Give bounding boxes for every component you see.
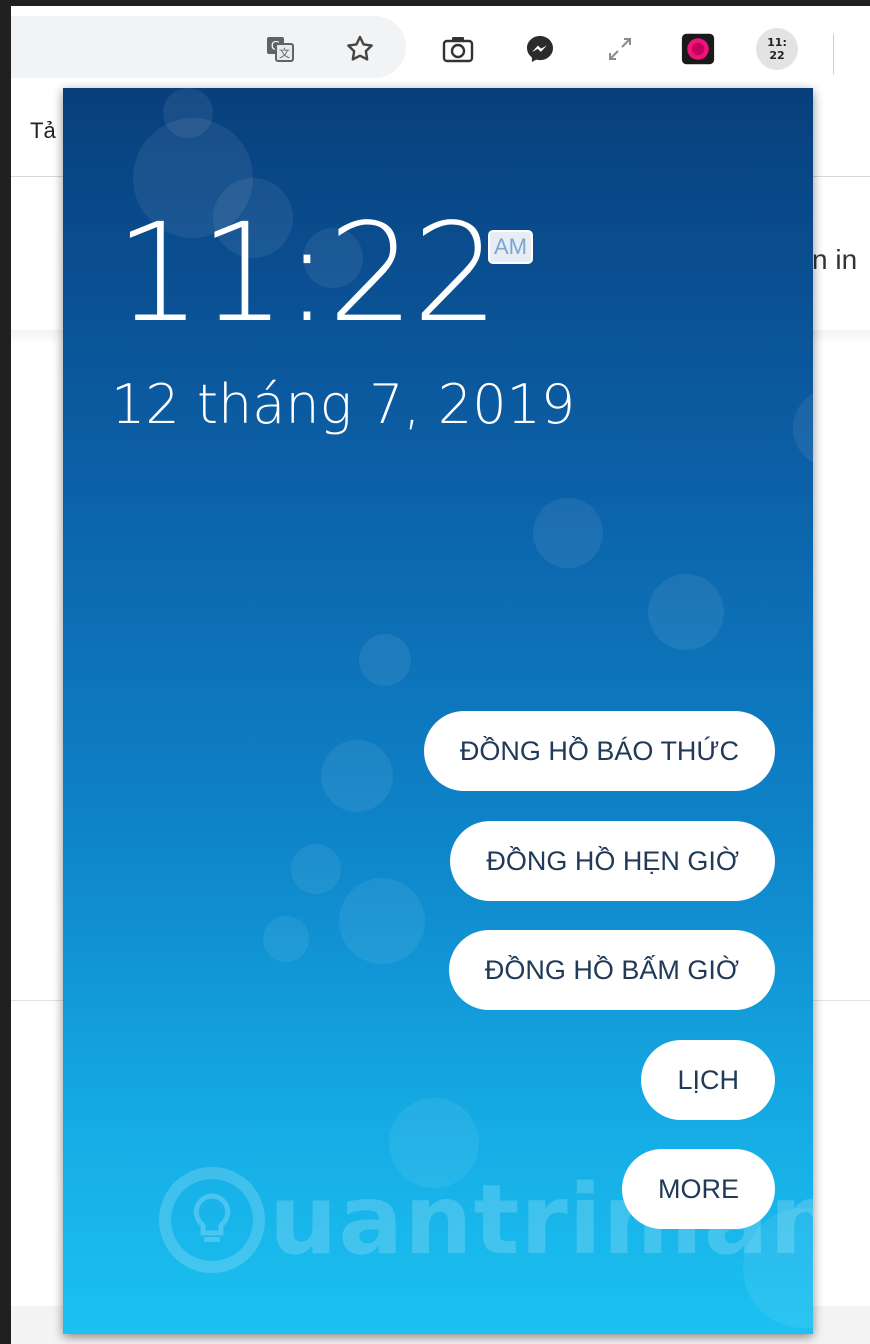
browser-toolbar: G 文 11: 22 (11, 6, 870, 88)
alarm-clock-button[interactable]: ĐỒNG HỒ BÁO THỨC (423, 711, 775, 791)
translate-icon[interactable]: G 文 (263, 32, 297, 66)
bokeh-decoration (339, 878, 425, 964)
bokeh-decoration (793, 388, 813, 468)
page-text-fragment: Tả (30, 118, 56, 143)
page-text-fragment: n in (812, 244, 858, 275)
lightbulb-icon (159, 1167, 265, 1273)
camera-icon[interactable] (441, 32, 475, 66)
messenger-icon[interactable] (523, 32, 557, 66)
bokeh-decoration (321, 740, 393, 812)
toolbar-divider (833, 34, 834, 74)
bokeh-decoration (163, 88, 213, 138)
bokeh-decoration (648, 574, 724, 650)
bokeh-decoration (291, 844, 341, 894)
bokeh-decoration (263, 916, 309, 962)
watermark: uantrimang (159, 1164, 813, 1276)
calendar-button[interactable]: LỊCH (641, 1040, 775, 1120)
watermark-text: uantrimang (269, 1164, 813, 1276)
clock-extension-button[interactable]: 11: 22 (756, 28, 798, 70)
current-date: 12 tháng 7, 2019 (111, 373, 576, 436)
svg-text:文: 文 (279, 46, 290, 60)
bokeh-decoration (533, 498, 603, 568)
clock-popup: 11:22 AM 12 tháng 7, 2019 ĐỒNG HỒ BÁO TH… (63, 88, 813, 1334)
current-time: 11:22 (115, 195, 499, 353)
star-icon[interactable] (343, 32, 377, 66)
record-icon[interactable] (681, 32, 715, 66)
expand-icon[interactable] (603, 32, 637, 66)
timer-button[interactable]: ĐỒNG HỒ HẸN GIỜ (450, 821, 775, 901)
am-pm-badge: AM (488, 230, 533, 264)
stopwatch-button[interactable]: ĐỒNG HỒ BẤM GIỜ (448, 930, 775, 1010)
bokeh-decoration (359, 634, 411, 686)
window-border-left (0, 0, 11, 1344)
